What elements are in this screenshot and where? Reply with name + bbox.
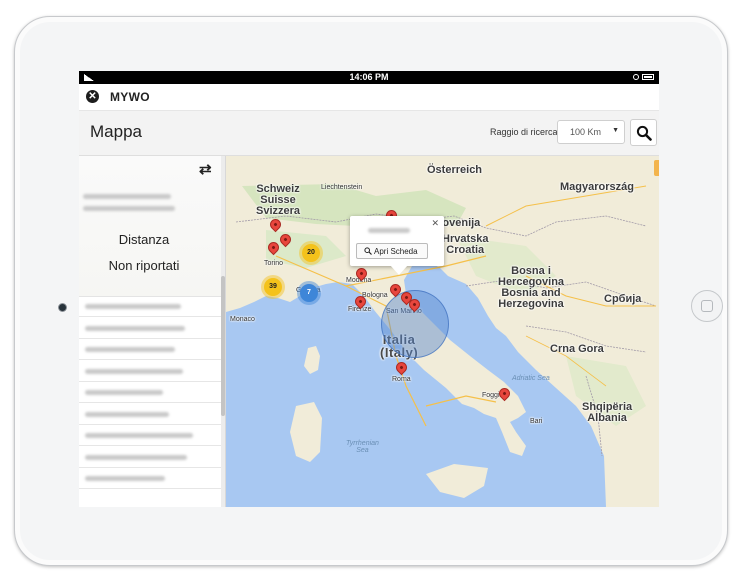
blurred-text xyxy=(85,368,183,374)
battery-icon xyxy=(642,74,654,80)
blurred-text xyxy=(85,390,163,395)
cluster-marker[interactable]: 20 xyxy=(302,244,320,262)
map-view[interactable]: Österreich Liechtenstein Schweiz Suisse … xyxy=(226,156,659,507)
blurred-text xyxy=(83,206,175,211)
label-torino: Torino xyxy=(264,260,284,267)
label-schweiz-it: Svizzera xyxy=(256,205,301,217)
label-roma: Roma xyxy=(392,376,411,383)
close-icon[interactable]: ✕ xyxy=(431,218,439,229)
label-schweiz: Schweiz Suisse Svizzera xyxy=(256,184,300,217)
radius-label: Raggio di ricerca xyxy=(490,127,558,137)
results-sidebar: ⇄ Distanza Non riportati xyxy=(79,156,226,507)
list-item[interactable] xyxy=(79,361,221,382)
label-adriatic-sea: Adriatic Sea xyxy=(512,375,550,382)
distance-label: Distanza xyxy=(118,232,170,247)
label-hrvatska-en: Croatia xyxy=(446,244,485,256)
app-bar: ✕ MYWO xyxy=(79,84,659,111)
blurred-text xyxy=(85,411,169,417)
scrollbar-thumb[interactable] xyxy=(221,276,225,416)
toolbar: Mappa Raggio di ricerca 100 Km ▼ xyxy=(79,111,659,156)
chevron-down-icon: ▼ xyxy=(612,127,619,134)
camera-icon xyxy=(59,304,66,311)
search-icon xyxy=(636,125,652,141)
label-tyrrhenian-2: Sea xyxy=(356,447,369,454)
cluster-marker[interactable]: 39 xyxy=(264,278,282,296)
search-button[interactable] xyxy=(630,119,657,146)
search-icon xyxy=(364,247,372,255)
label-liechtenstein: Liechtenstein xyxy=(321,184,363,191)
open-card-label: Apri Scheda xyxy=(374,247,418,256)
label-bosna-4: Herzegovina xyxy=(498,298,564,310)
map-info-popup: ✕ Apri Scheda xyxy=(350,216,444,275)
list-item[interactable] xyxy=(79,404,221,425)
label-srbija: Србија xyxy=(604,293,642,305)
label-magyarorszag: Magyarország xyxy=(560,181,634,193)
blurred-text xyxy=(85,304,181,309)
status-time: 14:06 PM xyxy=(349,72,389,82)
blurred-text xyxy=(85,347,175,352)
app-title: MYWO xyxy=(110,90,150,104)
list-item[interactable] xyxy=(79,382,221,403)
blurred-text xyxy=(85,454,187,460)
list-item[interactable] xyxy=(79,318,221,339)
sidebar-scrollbar[interactable] xyxy=(221,156,225,507)
label-bari: Bari xyxy=(530,418,543,425)
label-bologna: Bologna xyxy=(362,292,388,299)
blurred-text xyxy=(85,433,193,438)
rotation-lock-icon xyxy=(633,74,639,80)
open-card-button[interactable]: Apri Scheda xyxy=(356,243,428,259)
list-item[interactable] xyxy=(79,339,221,360)
list-item[interactable] xyxy=(79,468,221,489)
radius-value: 100 Km xyxy=(570,127,602,137)
list-item[interactable] xyxy=(79,425,221,446)
label-bosna: Bosna i Hercegovina Bosnia and Herzegovi… xyxy=(498,266,564,310)
tablet-screen: 14:06 PM ✕ MYWO Mappa Raggio di ricerca … xyxy=(79,71,659,507)
close-icon[interactable]: ✕ xyxy=(86,90,99,103)
list-item[interactable] xyxy=(79,447,221,468)
page-title: Mappa xyxy=(90,122,142,141)
label-osterreich: Österreich xyxy=(427,164,483,176)
label-hrvatska: Hrvatska Croatia xyxy=(442,234,488,256)
blurred-text xyxy=(85,325,185,331)
label-crna-gora: Crna Gora xyxy=(550,343,604,355)
sidebar-header: ⇄ Distanza Non riportati xyxy=(79,156,221,297)
label-tyrrhenian-1: Tyrrhenian xyxy=(346,440,379,447)
label-shqiperia-en: Albania xyxy=(587,412,627,424)
home-square-icon xyxy=(701,300,713,312)
list-item[interactable] xyxy=(79,296,221,317)
blurred-text xyxy=(85,476,165,481)
home-button[interactable] xyxy=(691,290,723,322)
label-monaco: Monaco xyxy=(230,316,255,323)
map-scroll-indicator xyxy=(654,160,659,176)
status-bar: 14:06 PM xyxy=(79,71,659,84)
label-tyrrhenian-sea: Tyrrhenian Sea xyxy=(346,440,379,454)
swap-icon[interactable]: ⇄ xyxy=(199,160,212,178)
label-shqiperia: Shqipëria Albania xyxy=(582,402,632,424)
blurred-text xyxy=(368,228,410,233)
cluster-marker[interactable]: 7 xyxy=(300,284,318,302)
blurred-text xyxy=(83,194,171,199)
distance-status: Non riportati xyxy=(108,258,180,273)
radius-select[interactable]: 100 Km ▼ xyxy=(557,120,625,144)
